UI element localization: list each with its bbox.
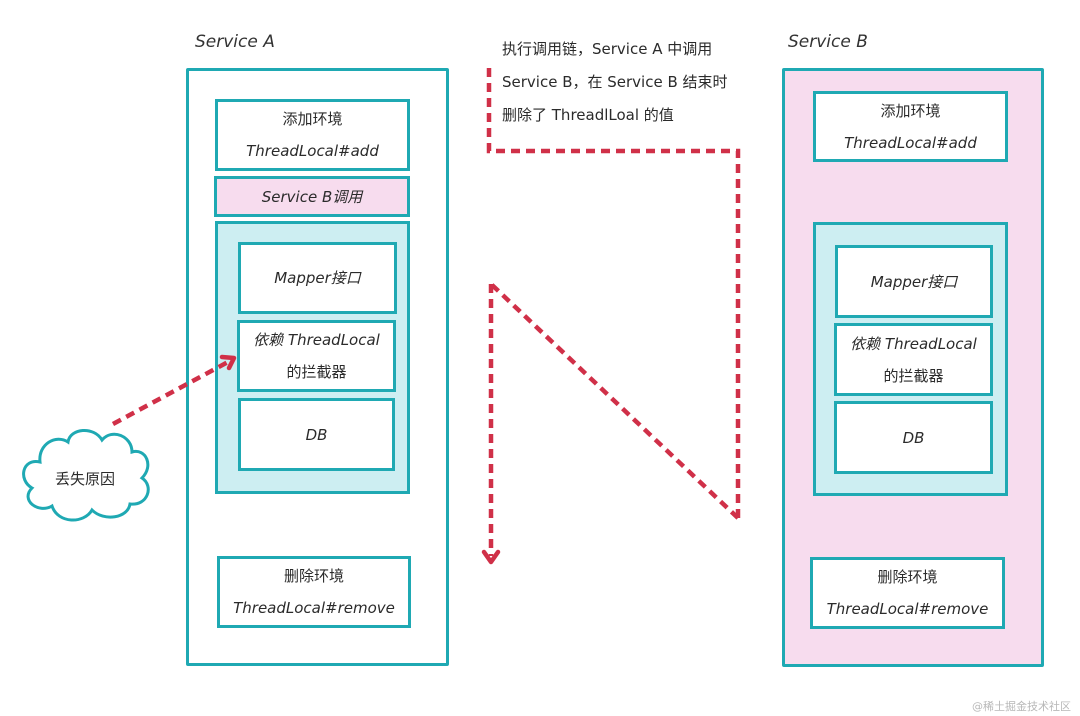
cloud-label: 丢失原因	[54, 470, 115, 488]
cause-arrow-line	[111, 360, 230, 426]
watermark: @稀土掘金技术社区	[972, 700, 1071, 713]
arrow-head-down-icon	[481, 549, 501, 565]
arrows-overlay	[22, 68, 741, 565]
call-path-upper	[486, 68, 741, 518]
return-path-diagonal	[489, 282, 740, 520]
